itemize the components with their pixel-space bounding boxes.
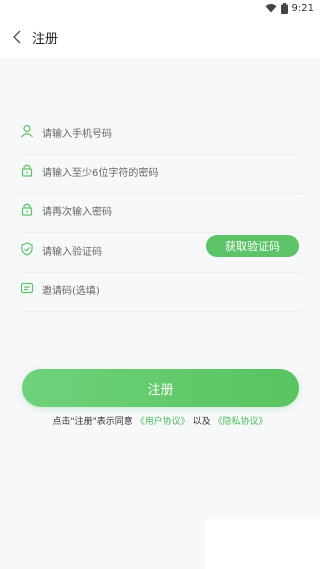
confirm-password-field[interactable]: 请再次输入密码: [20, 192, 303, 233]
register-button[interactable]: 注册: [22, 369, 299, 407]
message-icon: [20, 282, 34, 294]
status-bar: 9:21: [0, 0, 320, 16]
confirm-password-placeholder: 请再次输入密码: [42, 207, 112, 218]
user-icon: [21, 124, 33, 138]
wifi-icon: [265, 4, 277, 13]
get-code-button[interactable]: 获取验证码: [206, 235, 299, 257]
phone-placeholder: 请输入手机号码: [42, 129, 112, 140]
corner-panel: [205, 519, 320, 569]
verification-code-placeholder: 请输入验证码: [42, 247, 102, 258]
back-arrow-icon[interactable]: [10, 28, 26, 46]
page-title: 注册: [32, 32, 59, 47]
form-area: 请输入手机号码 请输入至少6位字符的密码 请再次输入密码 请输入验证码 获取验证…: [0, 58, 320, 569]
password-field[interactable]: 请输入至少6位字符的密码: [20, 153, 303, 194]
status-icons: 9:21: [265, 2, 314, 14]
status-time: 9:21: [291, 2, 314, 14]
agreement-text: 点击"注册"表示同意 《用户协议》 以及 《隐私协议》: [0, 414, 320, 427]
header: 注册: [0, 16, 320, 58]
agreement-prefix: 点击"注册"表示同意: [52, 417, 133, 427]
shield-check-icon: [21, 242, 33, 256]
user-agreement-link[interactable]: 《用户协议》: [136, 417, 190, 427]
password-placeholder: 请输入至少6位字符的密码: [42, 168, 159, 179]
invite-code-placeholder: 邀请码(选填): [42, 286, 100, 297]
lock-icon: [21, 164, 33, 177]
privacy-agreement-link[interactable]: 《隐私协议》: [213, 417, 267, 427]
verification-code-field[interactable]: 请输入验证码 获取验证码: [20, 232, 303, 273]
lock-icon: [21, 203, 33, 216]
agreement-and: 以及: [192, 417, 211, 427]
invite-code-field[interactable]: 邀请码(选填): [20, 271, 303, 312]
phone-field[interactable]: 请输入手机号码: [20, 114, 303, 155]
battery-icon: [280, 2, 288, 14]
